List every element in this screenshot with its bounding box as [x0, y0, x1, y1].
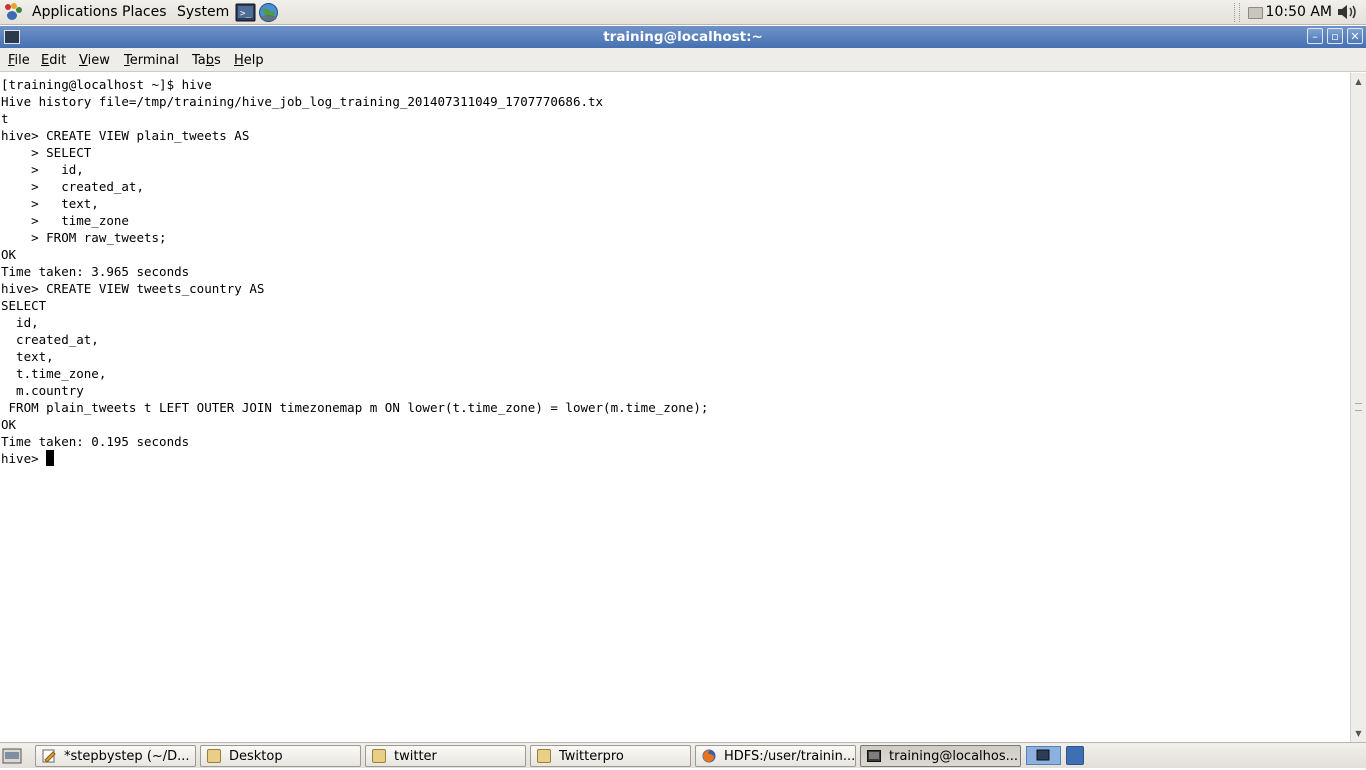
terminal-line: Hive history file=/tmp/training/hive_job…: [1, 94, 604, 109]
taskbar-item-firefox-hdfs[interactable]: HDFS:/user/trainin...: [695, 745, 856, 767]
close-button[interactable]: ✕: [1347, 28, 1363, 44]
menu-file[interactable]: File: [8, 53, 30, 68]
terminal-prompt: hive>: [1, 451, 47, 466]
menu-terminal[interactable]: Terminal: [124, 53, 179, 68]
folder-icon: [372, 749, 386, 763]
menubar: File Edit View Terminal Tabs Help: [0, 48, 1366, 72]
terminal-line: created_at,: [1, 332, 99, 347]
terminal-line: FROM plain_tweets t LEFT OUTER JOIN time…: [1, 400, 709, 415]
window-titlebar[interactable]: training@localhost:~ – ▫ ✕: [0, 26, 1366, 48]
minimize-button[interactable]: –: [1307, 28, 1323, 44]
taskbar-item-twitterpro[interactable]: Twitterpro: [530, 745, 691, 767]
taskbar-item-label: HDFS:/user/trainin...: [724, 749, 856, 764]
taskbar-item-label: twitter: [394, 749, 437, 764]
terminal-line: > text,: [1, 196, 99, 211]
folder-icon: [207, 749, 221, 763]
terminal-line: hive> CREATE VIEW tweets_country AS: [1, 281, 265, 296]
terminal-line: Time taken: 0.195 seconds: [1, 434, 190, 449]
terminal-line: Time taken: 3.965 seconds: [1, 264, 190, 279]
menu-tabs[interactable]: Tabs: [192, 53, 221, 68]
top-panel: Applications Places System >_ 10:50 AM: [0, 0, 1366, 25]
text-editor-icon: [42, 749, 56, 763]
bottom-panel: *stepbystep (~/D... Desktop twitter Twit…: [0, 742, 1366, 768]
terminal-line: text,: [1, 349, 54, 364]
taskbar-item-terminal[interactable]: training@localhos...: [860, 745, 1021, 767]
terminal-icon: [867, 750, 881, 762]
terminal-line: OK: [1, 247, 17, 262]
terminal-line: OK: [1, 417, 17, 432]
svg-text:>_: >_: [240, 9, 251, 19]
gnome-foot-icon[interactable]: [4, 3, 22, 21]
terminal-line: [training@localhost ~]$ hive: [1, 77, 212, 92]
taskbar-item-label: *stepbystep (~/D...: [64, 749, 190, 764]
terminal-line: > created_at,: [1, 179, 144, 194]
system-menu[interactable]: System: [177, 4, 229, 20]
terminal-line: > FROM raw_tweets;: [1, 230, 167, 245]
terminal-scrollbar[interactable]: ▲ ▼: [1350, 73, 1366, 742]
volume-icon[interactable]: [1336, 3, 1358, 21]
menu-edit[interactable]: Edit: [41, 53, 66, 68]
scroll-down-arrow-icon[interactable]: ▼: [1352, 727, 1365, 740]
show-desktop-icon[interactable]: [2, 746, 22, 766]
terminal-line: > time_zone: [1, 213, 129, 228]
clock[interactable]: 10:50 AM: [1266, 4, 1332, 20]
terminal-output[interactable]: [training@localhost ~]$ hive Hive histor…: [0, 73, 1350, 742]
terminal-line: m.country: [1, 383, 84, 398]
terminal-line: id,: [1, 315, 39, 330]
firefox-icon: [702, 749, 716, 763]
menu-help[interactable]: Help: [234, 53, 264, 68]
places-menu[interactable]: Places: [122, 4, 167, 20]
scrollbar-grip[interactable]: [1355, 403, 1362, 411]
terminal-line: > SELECT: [1, 145, 92, 160]
terminal-line: hive> CREATE VIEW plain_tweets AS: [1, 128, 250, 143]
terminal-line: t: [1, 111, 9, 126]
text-cursor: [46, 450, 55, 466]
scroll-up-arrow-icon[interactable]: ▲: [1352, 75, 1365, 88]
taskbar-item-label: training@localhos...: [889, 749, 1019, 764]
panel-handle: [1234, 3, 1240, 22]
terminal-line: SELECT: [1, 298, 47, 313]
network-globe-icon[interactable]: [258, 2, 279, 23]
trash-icon[interactable]: [1066, 746, 1084, 765]
taskbar-item-desktop[interactable]: Desktop: [200, 745, 361, 767]
taskbar-item-label: Twitterpro: [559, 749, 624, 764]
window-title: training@localhost:~: [603, 29, 763, 45]
taskbar-item-label: Desktop: [229, 749, 283, 764]
workspace-switcher-1[interactable]: [1026, 746, 1061, 765]
terminal-line: > id,: [1, 162, 84, 177]
maximize-button[interactable]: ▫: [1327, 28, 1343, 44]
terminal-launcher-icon[interactable]: >_: [235, 2, 256, 23]
tray-drive-icon[interactable]: [1248, 7, 1263, 19]
taskbar-item-stepbystep[interactable]: *stepbystep (~/D...: [35, 745, 196, 767]
folder-icon: [537, 749, 551, 763]
applications-menu[interactable]: Applications: [32, 4, 118, 20]
terminal-prompt-line[interactable]: hive>: [1, 450, 1350, 467]
taskbar-item-twitter[interactable]: twitter: [365, 745, 526, 767]
menu-view[interactable]: View: [79, 53, 110, 68]
terminal-line: t.time_zone,: [1, 366, 107, 381]
